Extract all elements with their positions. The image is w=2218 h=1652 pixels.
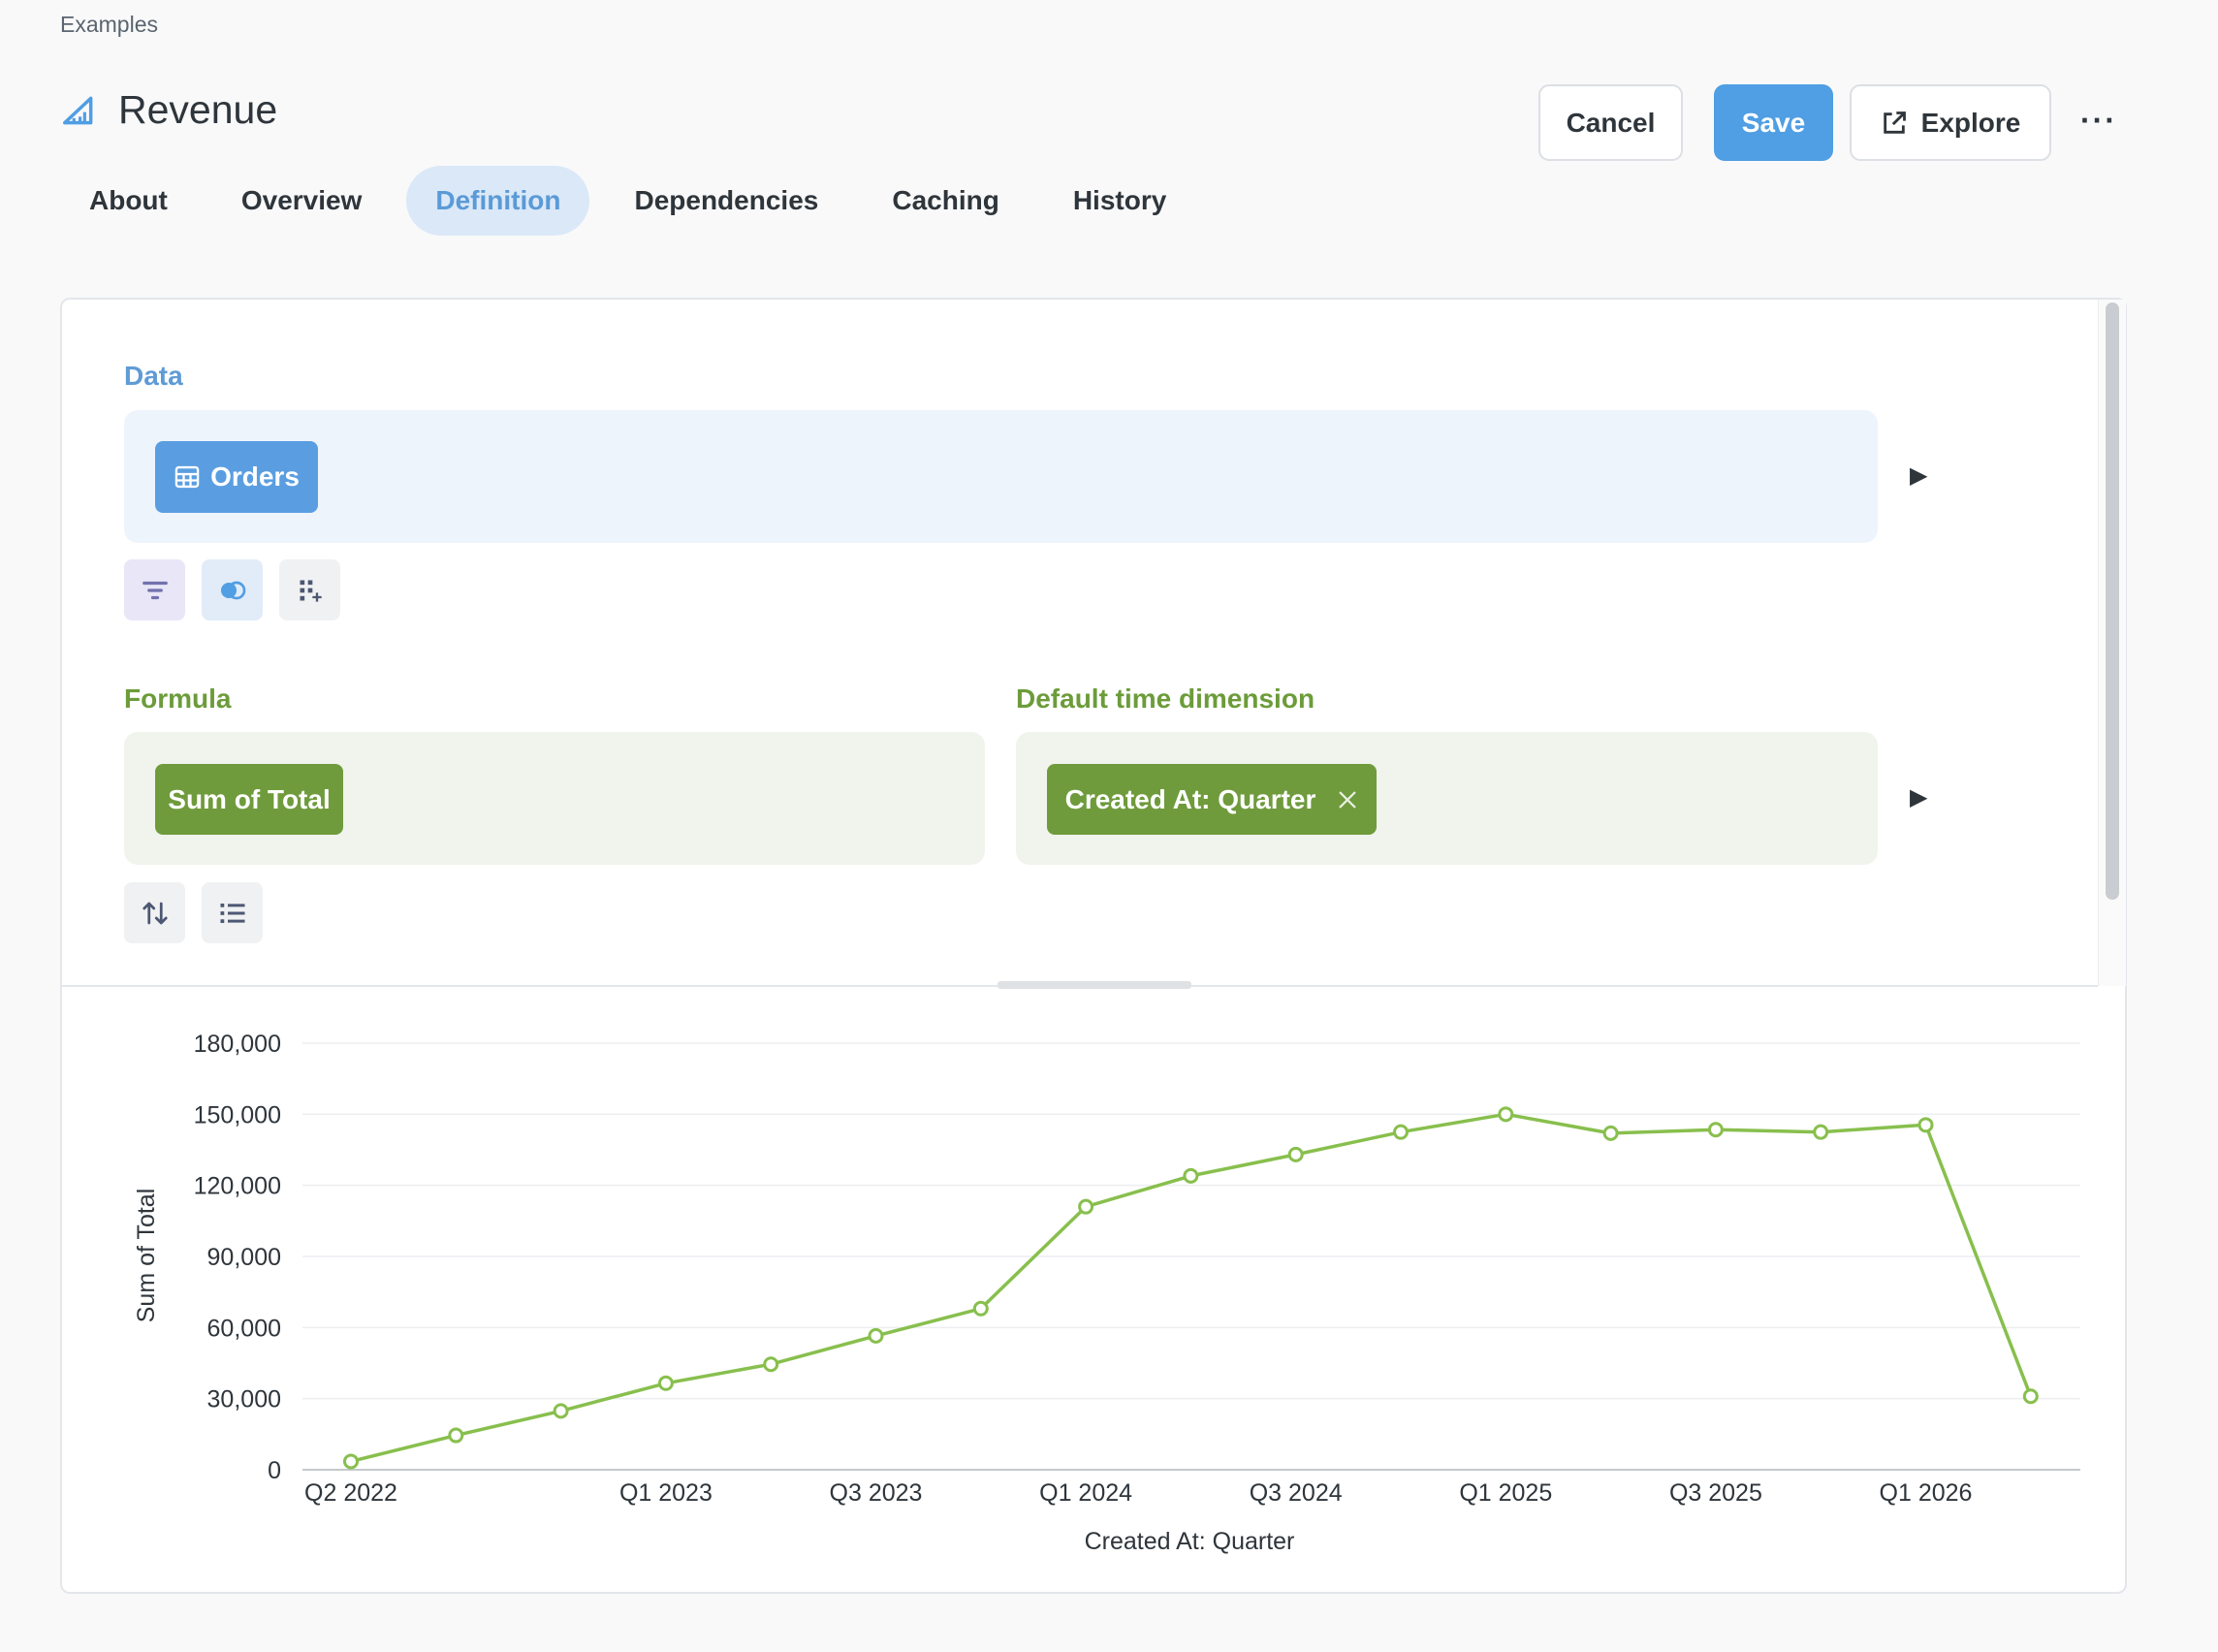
cancel-button[interactable]: Cancel — [1538, 84, 1683, 161]
y-tick-label: 0 — [268, 1457, 281, 1484]
data-point[interactable] — [553, 1403, 569, 1419]
data-point[interactable] — [1917, 1117, 1934, 1133]
data-point[interactable] — [2022, 1388, 2039, 1405]
series-points — [343, 1106, 2039, 1470]
x-axis-ticks: Q2 2022 Q1 2023 Q3 2023 Q1 2024 Q3 2024 Q1 20… — [304, 1479, 1972, 1507]
y-axis-ticks: 0 30,000 60,000 90,000 120,000 150,000 180,000 — [194, 1031, 281, 1484]
formula-section-label: Formula — [124, 683, 232, 714]
scrollbar-thumb[interactable] — [2106, 302, 2119, 900]
filter-icon — [142, 581, 168, 599]
more-options-button[interactable]: ··· — [2079, 99, 2118, 147]
list-icon — [220, 903, 244, 923]
x-tick-label: Q2 2022 — [304, 1479, 397, 1507]
external-link-icon — [1883, 111, 1906, 134]
limit-button[interactable] — [202, 882, 263, 943]
x-tick-label: Q1 2024 — [1039, 1479, 1132, 1507]
filter-button[interactable] — [124, 559, 185, 620]
revenue-line-chart: 0 30,000 60,000 90,000 120,000 150,000 180,000… — [133, 1031, 2080, 1555]
data-point[interactable] — [868, 1327, 884, 1344]
data-point[interactable] — [1078, 1198, 1094, 1215]
tab-definition[interactable]: Definition — [406, 166, 590, 236]
time-dimension-value: Created At: Quarter — [1064, 783, 1316, 814]
data-point[interactable] — [972, 1300, 989, 1317]
data-point[interactable] — [1707, 1122, 1724, 1138]
custom-column-button[interactable] — [279, 559, 340, 620]
time-dimension-label: Default time dimension — [1016, 683, 1315, 714]
x-tick-label: Q1 2023 — [619, 1479, 713, 1507]
join-icon — [220, 581, 245, 599]
sort-button[interactable] — [124, 882, 185, 943]
aggregation-pill[interactable]: Sum of Total — [155, 764, 343, 835]
tab-about[interactable]: About — [60, 166, 197, 236]
data-point[interactable] — [763, 1356, 779, 1373]
series-line — [350, 1112, 2033, 1464]
join-button[interactable] — [202, 559, 263, 620]
tab-overview[interactable]: Overview — [212, 166, 392, 236]
data-point[interactable] — [343, 1453, 359, 1470]
data-step[interactable] — [124, 410, 1878, 543]
close-icon[interactable] — [1337, 789, 1358, 810]
data-point[interactable] — [1498, 1106, 1514, 1123]
y-tick-label: 60,000 — [207, 1315, 281, 1342]
metric-icon — [63, 96, 93, 124]
tab-history[interactable]: History — [1044, 166, 1195, 236]
y-tick-label: 90,000 — [207, 1244, 281, 1271]
y-tick-label: 120,000 — [194, 1173, 281, 1200]
data-point[interactable] — [1183, 1167, 1199, 1184]
data-point[interactable] — [1813, 1124, 1829, 1140]
explore-button[interactable]: Explore — [1850, 84, 2051, 161]
save-button[interactable]: Save — [1714, 84, 1833, 161]
data-point[interactable] — [1287, 1146, 1304, 1162]
data-source-pill[interactable]: Orders — [155, 441, 318, 513]
x-tick-label: Q3 2025 — [1669, 1479, 1762, 1507]
play-icon[interactable]: ▶ — [1910, 783, 1927, 811]
time-dimension-pill[interactable]: Created At: Quarter — [1047, 764, 1377, 835]
sort-icon — [142, 902, 168, 924]
play-icon[interactable]: ▶ — [1910, 461, 1927, 490]
x-tick-label: Q3 2024 — [1250, 1479, 1343, 1507]
data-section-label: Data — [124, 361, 183, 391]
explore-label: Explore — [1920, 107, 2021, 138]
data-source-label: Orders — [210, 461, 300, 492]
x-axis-title: Created At: Quarter — [1085, 1528, 1295, 1555]
tab-dependencies[interactable]: Dependencies — [605, 166, 847, 236]
data-point[interactable] — [657, 1375, 674, 1391]
tab-caching[interactable]: Caching — [863, 166, 1028, 236]
resize-handle[interactable] — [998, 981, 1191, 989]
y-axis-title: Sum of Total — [133, 1189, 160, 1323]
page-header: Revenue — [60, 87, 277, 133]
tab-bar: About Overview Definition Dependencies C… — [60, 166, 1211, 236]
custom-column-icon — [300, 580, 322, 602]
y-tick-label: 150,000 — [194, 1101, 281, 1128]
data-point[interactable] — [1602, 1125, 1619, 1141]
data-point[interactable] — [448, 1427, 464, 1444]
x-tick-label: Q3 2023 — [830, 1479, 923, 1507]
chart-grid — [302, 1042, 2080, 1471]
data-point[interactable] — [1393, 1124, 1409, 1140]
x-tick-label: Q1 2026 — [1880, 1479, 1973, 1507]
table-icon — [174, 465, 200, 489]
y-tick-label: 30,000 — [207, 1386, 281, 1414]
breadcrumb[interactable]: Examples — [60, 12, 158, 38]
x-tick-label: Q1 2025 — [1459, 1479, 1552, 1507]
page-title[interactable]: Revenue — [118, 87, 277, 133]
y-tick-label: 180,000 — [194, 1031, 281, 1058]
